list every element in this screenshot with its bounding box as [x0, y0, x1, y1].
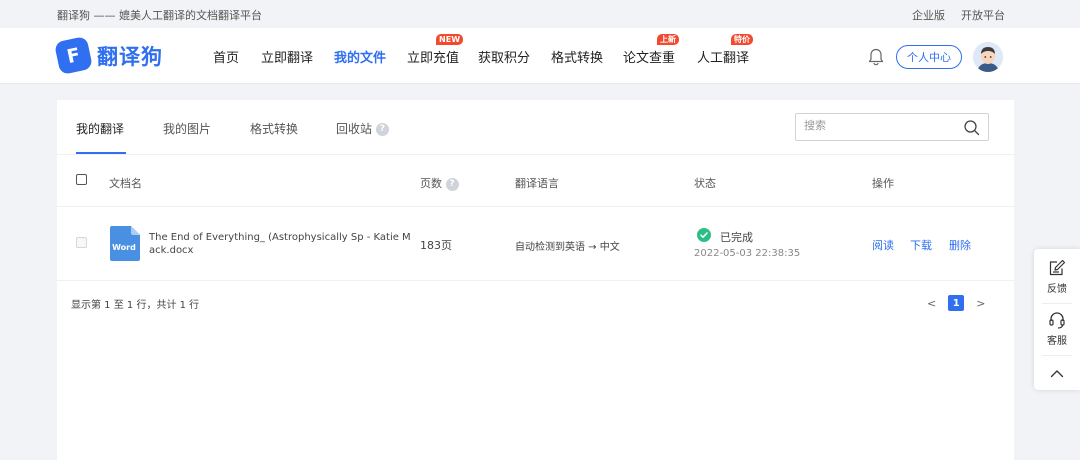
table-row: Word The End of Everything_ (Astrophysic… [57, 207, 1014, 281]
panel-divider [1042, 355, 1072, 356]
nav-plagiarism-check[interactable]: 论文查重 上新 [623, 34, 680, 66]
files-card: 我的翻译 我的图片 格式转换 回收站 ? 文档名 页数 ? 翻译语言 状态 操作… [57, 100, 1014, 460]
enterprise-link[interactable]: 企业版 [912, 7, 945, 23]
nav-translate-now[interactable]: 立即翻译 [261, 47, 313, 66]
logo-mark-icon: F [53, 35, 94, 76]
nav-earn-points[interactable]: 获取积分 [478, 47, 530, 66]
new-badge: NEW [436, 34, 464, 45]
status-time: 2022-05-03 22:38:35 [694, 248, 801, 259]
table-header: 文档名 页数 ? 翻译语言 状态 操作 [57, 155, 1014, 207]
download-button[interactable]: 下载 [910, 237, 932, 253]
customer-service-button[interactable]: 客服 [1034, 311, 1080, 347]
col-document-name: 文档名 [109, 177, 142, 190]
open-platform-link[interactable]: 开放平台 [961, 7, 1005, 23]
tab-recycle-bin[interactable]: 回收站 ? [336, 120, 389, 137]
help-icon[interactable]: ? [375, 123, 389, 136]
special-price-badge: 特价 [731, 34, 754, 45]
chevron-up-icon[interactable] [1050, 369, 1064, 378]
row-checkbox[interactable] [76, 237, 87, 248]
new-arrival-badge: 上新 [657, 34, 680, 45]
floating-side-panel: 反馈 客服 [1034, 249, 1080, 390]
avatar[interactable] [973, 42, 1003, 72]
svg-text:Word: Word [112, 243, 136, 252]
top-links: 企业版 开放平台 [912, 7, 1005, 23]
status-text: 已完成 [720, 231, 753, 244]
main-header: F 翻译狗 首页 立即翻译 我的文件 立即充值 NEW 获取积分 格式转换 论文查… [0, 28, 1080, 84]
pagination: < 1 > [927, 295, 985, 311]
bell-icon[interactable] [866, 47, 886, 67]
col-pages: 页数 ? [420, 175, 459, 191]
feedback-icon [1049, 259, 1066, 276]
panel-divider [1042, 303, 1072, 304]
nav-human-translation[interactable]: 人工翻译 特价 [697, 34, 754, 66]
search-icon[interactable] [963, 119, 980, 136]
page-1-button[interactable]: 1 [948, 295, 965, 311]
col-actions: 操作 [872, 177, 894, 190]
file-name[interactable]: The End of Everything_ (Astrophysically … [149, 231, 411, 257]
col-status: 状态 [694, 177, 716, 190]
tab-format-convert[interactable]: 格式转换 [250, 120, 298, 137]
customer-service-label: 客服 [1047, 336, 1067, 347]
site-tagline: 翻译狗 —— 媲美人工翻译的文档翻译平台 [57, 9, 262, 22]
top-strip: 翻译狗 —— 媲美人工翻译的文档翻译平台 企业版 开放平台 [0, 0, 1080, 28]
read-button[interactable]: 阅读 [872, 237, 894, 253]
feedback-label: 反馈 [1047, 284, 1067, 295]
pagination-info: 显示第 1 至 1 行，共计 1 行 [71, 300, 200, 311]
nav-recharge[interactable]: 立即充值 NEW [407, 34, 464, 66]
active-tab-underline [76, 152, 126, 154]
headset-icon [1049, 312, 1065, 329]
file-tabs: 我的翻译 我的图片 格式转换 回收站 ? [57, 100, 1014, 155]
nav-home[interactable]: 首页 [213, 47, 239, 66]
translation-language: 自动检测到英语 → 中文 [515, 242, 620, 253]
nav-format-convert[interactable]: 格式转换 [551, 47, 603, 66]
delete-button[interactable]: 删除 [949, 237, 971, 253]
site-logo[interactable]: F 翻译狗 [53, 35, 163, 76]
avatar-icon [973, 42, 1003, 72]
logo-text: 翻译狗 [97, 44, 163, 69]
tab-my-translations[interactable]: 我的翻译 [76, 120, 124, 137]
nav-my-files[interactable]: 我的文件 [334, 47, 386, 66]
search-input[interactable] [804, 119, 954, 132]
feedback-button[interactable]: 反馈 [1034, 259, 1080, 295]
word-file-icon: Word [110, 226, 140, 261]
pages-help-icon[interactable]: ? [445, 177, 459, 191]
prev-page-button[interactable]: < [927, 297, 936, 310]
search-box[interactable] [795, 113, 989, 141]
tab-my-images[interactable]: 我的图片 [163, 120, 211, 137]
col-language: 翻译语言 [515, 177, 559, 190]
page-count: 183页 [420, 239, 452, 252]
check-circle-icon [697, 228, 711, 242]
next-page-button[interactable]: > [976, 297, 985, 310]
select-all-checkbox[interactable] [76, 174, 87, 185]
personal-center-button[interactable]: 个人中心 [896, 45, 962, 69]
